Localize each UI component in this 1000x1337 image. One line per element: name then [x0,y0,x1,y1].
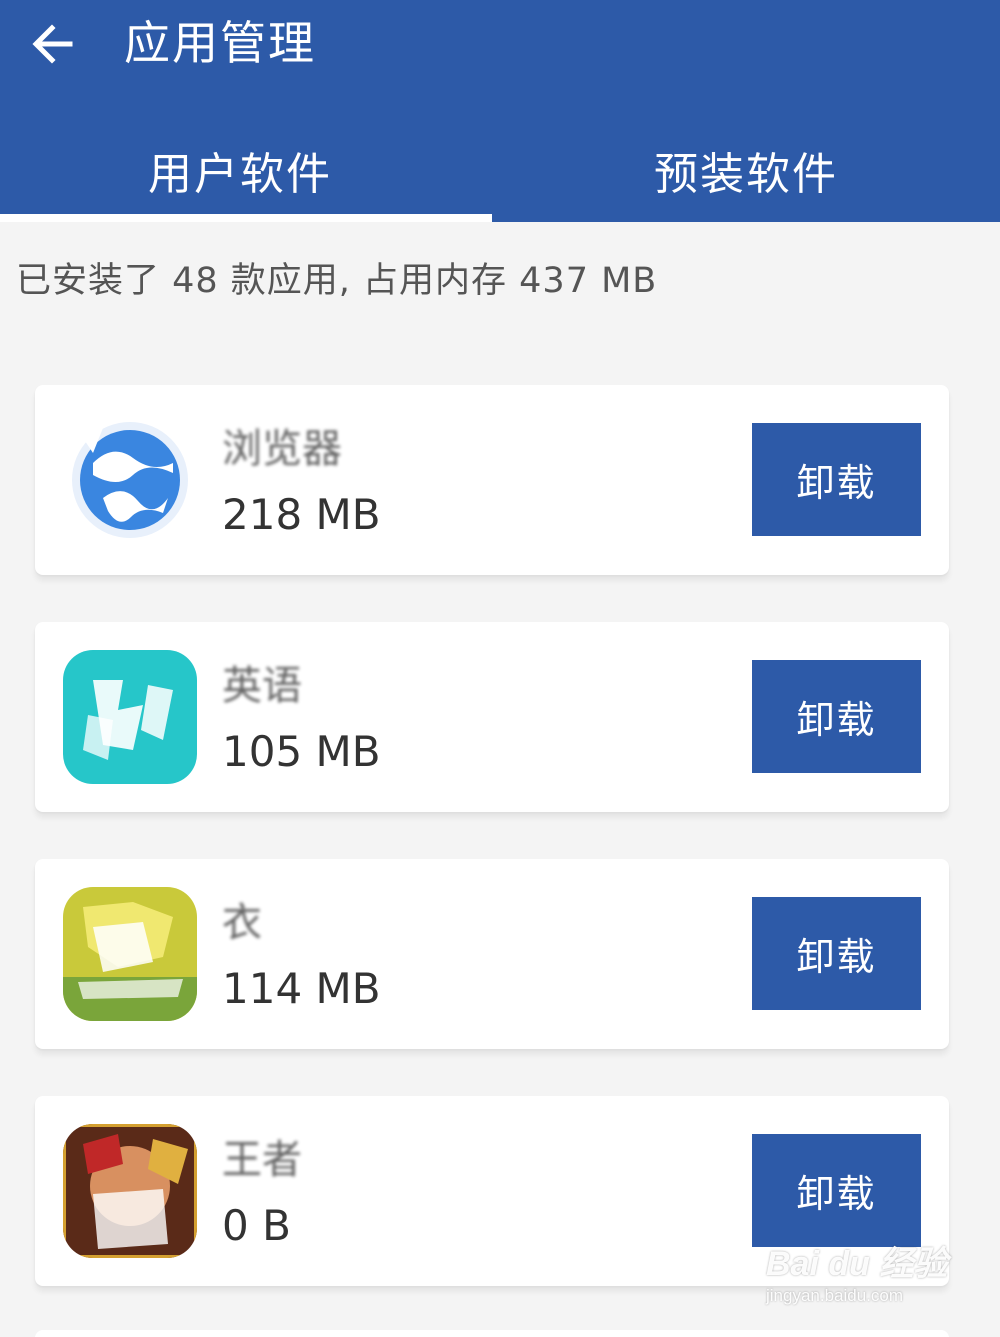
hero-game-icon [63,1124,197,1258]
uninstall-button[interactable]: 卸载 [752,660,921,773]
app-name: 英语 [222,663,302,709]
app-size: 0 B [222,1201,291,1250]
baidu-watermark: Bai du 经验 jingyan.baidu.com [766,1236,956,1316]
uninstall-button[interactable]: 卸载 [752,423,921,536]
app-card: 浏览器 218 MB 卸载 [35,385,949,575]
app-card-partial [35,1330,949,1337]
app-name: 衣 [222,900,262,946]
app-name: 王者 [222,1137,302,1183]
watermark-logo: Bai du 经验 [766,1245,948,1283]
app-card: 英语 105 MB 卸载 [35,622,949,812]
tab-user-software[interactable]: 用户软件 [0,130,490,210]
game-app-icon [63,887,197,1021]
uninstall-button[interactable]: 卸载 [752,1134,921,1247]
tab-preinstalled-software[interactable]: 预装软件 [496,130,996,210]
arrow-left-icon [32,24,73,64]
page-title: 应用管理 [124,16,316,70]
watermark-url: jingyan.baidu.com [766,1286,904,1305]
tab-indicator [0,214,492,222]
install-summary: 已安装了 48 款应用, 占用内存 437 MB [16,261,658,301]
app-size: 105 MB [222,727,381,776]
back-button[interactable] [26,16,82,72]
app-size: 218 MB [222,490,381,539]
app-bar: 应用管理 用户软件 预装软件 [0,0,1000,222]
app-card: 衣 114 MB 卸载 [35,859,949,1049]
english-learning-icon [63,650,197,784]
app-size: 114 MB [222,964,381,1013]
browser-globe-icon [63,413,197,547]
app-name: 浏览器 [222,426,342,472]
uninstall-button[interactable]: 卸载 [752,897,921,1010]
